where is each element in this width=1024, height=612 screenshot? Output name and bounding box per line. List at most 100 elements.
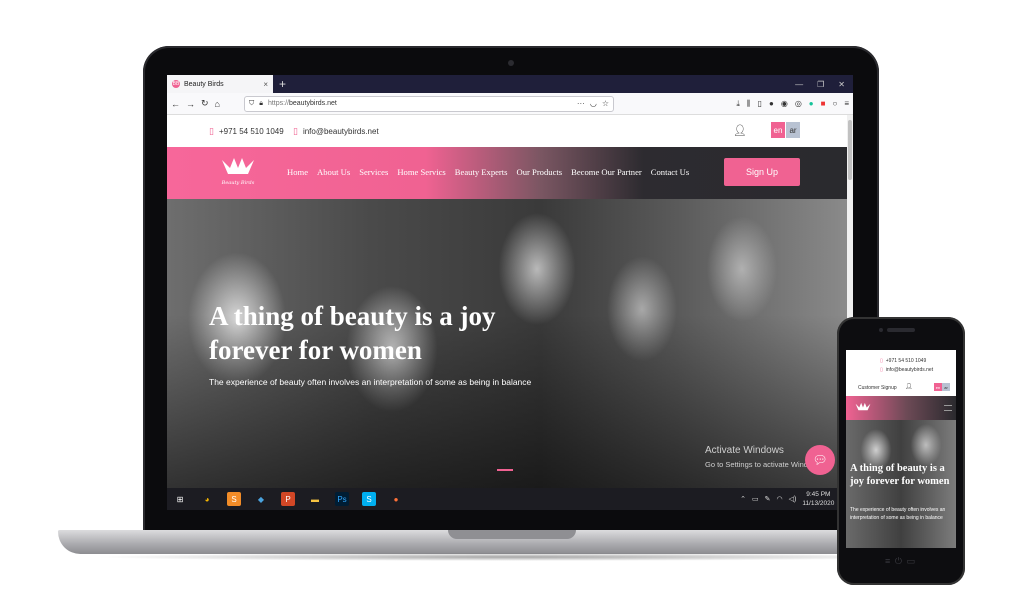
pen-icon[interactable]: ✎ xyxy=(765,495,771,503)
chat-bubble-button[interactable]: 💬︎ xyxy=(805,445,835,475)
extension-icon[interactable]: ◎ xyxy=(795,99,802,109)
lang-en-button[interactable]: en xyxy=(934,383,942,391)
chevron-up-icon[interactable]: ⌃ xyxy=(740,495,746,503)
window-controls: — ❐ ✕ xyxy=(795,80,853,89)
toolbar-icons: ⤓ ⫼ ▯ ● ◉ ◎ ● ■ ○ ≡ xyxy=(736,99,849,109)
skype-icon[interactable]: S xyxy=(362,492,376,506)
phone-hero-title: A thing of beauty is a joy forever for w… xyxy=(850,463,950,487)
extension-icon[interactable]: ■ xyxy=(821,99,826,109)
firefox-icon[interactable]: ● xyxy=(389,492,403,506)
lang-ar-button[interactable]: ar xyxy=(942,383,950,391)
close-tab-icon[interactable]: × xyxy=(263,80,268,89)
favicon-icon: BB xyxy=(172,80,180,88)
new-tab-button[interactable]: + xyxy=(279,77,286,91)
phone-camera xyxy=(879,328,883,332)
back-key-icon[interactable]: ▭ xyxy=(906,556,915,570)
slider-indicator[interactable] xyxy=(497,469,513,471)
browser-nav-bar: ← → ↻ ⌂ ⛉ 🔒︎ https://beautybirds.net ···… xyxy=(167,93,853,115)
phone-hero-subtitle: The experience of beauty often involves … xyxy=(850,507,946,521)
hero-title: A thing of beauty is a joy forever for w… xyxy=(209,301,496,365)
browser-tab-bar: BB Beauty Birds × + — ❐ ✕ xyxy=(167,75,853,93)
chrome-icon[interactable]: ◕ xyxy=(200,492,214,506)
nav-home-services[interactable]: Home Servics xyxy=(397,167,445,177)
minimize-icon[interactable]: — xyxy=(795,80,803,89)
bird-logo-icon[interactable] xyxy=(854,401,872,413)
pocket-icon[interactable]: ◡ xyxy=(590,99,597,108)
phone-hero-banner: A thing of beauty is a joy forever for w… xyxy=(846,420,956,548)
close-window-icon[interactable]: ✕ xyxy=(838,80,845,89)
nav-our-products[interactable]: Our Products xyxy=(517,167,563,177)
menu-key-icon[interactable]: ≡ xyxy=(885,556,890,570)
url-bar[interactable]: ⛉ 🔒︎ https://beautybirds.net ··· ◡ ☆ xyxy=(243,95,614,112)
more-icon[interactable]: ··· xyxy=(577,99,585,108)
phone-icon: ▯ xyxy=(880,358,883,364)
system-tray: ⌃ ▭ ✎ ◠ ◁) 9:45 PM 11/13/2020 ▭ xyxy=(740,490,847,508)
browser-tab[interactable]: BB Beauty Birds × xyxy=(167,75,273,93)
laptop-screen: BB Beauty Birds × + — ❐ ✕ ← → ↻ ⌂ ⛉ 🔒︎ h… xyxy=(167,75,853,510)
tab-title: Beauty Birds xyxy=(184,80,224,88)
user-icon[interactable]: 👤︎ xyxy=(905,383,913,390)
phone-contact-email[interactable]: ▯ info@beautybirds.net xyxy=(880,367,933,373)
site-header: Beauty Birds Home About Us Services Home… xyxy=(167,147,847,199)
app-icon[interactable]: ◆ xyxy=(254,492,268,506)
hamburger-menu-icon[interactable] xyxy=(944,405,952,411)
file-explorer-icon[interactable]: ▬ xyxy=(308,492,322,506)
phone-screen: ▯ +971 54 510 1049 ▯ info@beautybirds.ne… xyxy=(846,350,956,548)
phone-number: +971 54 510 1049 xyxy=(218,127,284,136)
nav-services[interactable]: Services xyxy=(359,167,388,177)
restore-icon[interactable]: ❐ xyxy=(817,80,824,89)
nav-home[interactable]: Home xyxy=(287,167,308,177)
hamburger-menu-icon[interactable]: ≡ xyxy=(844,99,849,109)
extension-icon[interactable]: ◉ xyxy=(781,99,788,109)
activate-windows-title: Activate Windows xyxy=(705,445,784,456)
back-icon[interactable]: ← xyxy=(171,99,180,109)
volume-icon[interactable]: ◁) xyxy=(789,495,797,503)
email-address: info@beautybirds.net xyxy=(302,127,379,136)
logo-text: Beauty Birds xyxy=(221,180,255,186)
clock-time: 9:45 PM xyxy=(806,491,831,498)
laptop-base-notch xyxy=(448,530,576,539)
clock-date: 11/13/2020 xyxy=(802,500,835,507)
sublime-icon[interactable]: S xyxy=(227,492,241,506)
library-icon[interactable]: ⫼ xyxy=(747,99,751,109)
bookmark-star-icon[interactable]: ☆ xyxy=(602,99,609,108)
extension-icon[interactable]: ○ xyxy=(832,99,837,109)
lock-icon: 🔒︎ xyxy=(259,99,263,107)
site-logo[interactable]: Beauty Birds xyxy=(215,154,261,192)
lang-en-button[interactable]: en xyxy=(771,122,785,138)
reload-icon[interactable]: ↻ xyxy=(201,98,209,109)
nav-contact-us[interactable]: Contact Us xyxy=(651,167,689,177)
network-icon[interactable]: ▭ xyxy=(752,495,759,503)
wifi-icon[interactable]: ◠ xyxy=(776,495,782,503)
windows-taskbar: ⊞ ◕ S ◆ P ▬ Ps S ● ⌃ ▭ ✎ ◠ ◁) 9:45 PM 11… xyxy=(167,488,853,510)
nav-beauty-experts[interactable]: Beauty Experts xyxy=(455,167,508,177)
forward-icon[interactable]: → xyxy=(186,99,195,109)
phone-site-header xyxy=(846,396,956,420)
powerpoint-icon[interactable]: P xyxy=(281,492,295,506)
main-nav: Home About Us Services Home Servics Beau… xyxy=(287,167,689,177)
sidebar-icon[interactable]: ▯ xyxy=(758,99,762,109)
clock[interactable]: 9:45 PM 11/13/2020 xyxy=(802,490,834,508)
windows-start-icon[interactable]: ⊞ xyxy=(173,492,187,506)
nav-about-us[interactable]: About Us xyxy=(317,167,350,177)
photoshop-icon[interactable]: Ps xyxy=(335,492,349,506)
download-icon[interactable]: ⤓ xyxy=(736,99,740,109)
extension-icon[interactable]: ● xyxy=(769,99,774,109)
phone-contact-number[interactable]: ▯ +971 54 510 1049 xyxy=(880,358,926,364)
power-home-icon[interactable]: ⏻ xyxy=(895,556,902,570)
contact-topbar: ▯ +971 54 510 1049 ▯ info@beautybirds.ne… xyxy=(167,115,847,147)
customer-signup-link[interactable]: Customer Signup xyxy=(858,385,897,391)
nav-become-partner[interactable]: Become Our Partner xyxy=(571,167,642,177)
sign-up-button[interactable]: Sign Up xyxy=(724,158,800,186)
shield-icon: ⛉ xyxy=(248,99,255,107)
scrollbar-thumb[interactable] xyxy=(848,120,852,180)
email-contact[interactable]: ▯ info@beautybirds.net xyxy=(293,126,379,137)
phone-contact[interactable]: ▯ +971 54 510 1049 xyxy=(209,126,284,137)
grammarly-icon[interactable]: ● xyxy=(809,99,814,109)
hero-subtitle: The experience of beauty often involves … xyxy=(209,377,532,387)
lang-ar-button[interactable]: ar xyxy=(786,122,800,138)
mail-icon: ▯ xyxy=(293,126,298,136)
home-icon[interactable]: ⌂ xyxy=(215,99,220,109)
url-actions: ··· ◡ ☆ xyxy=(577,99,609,108)
user-icon[interactable]: 👤︎ xyxy=(733,124,747,137)
